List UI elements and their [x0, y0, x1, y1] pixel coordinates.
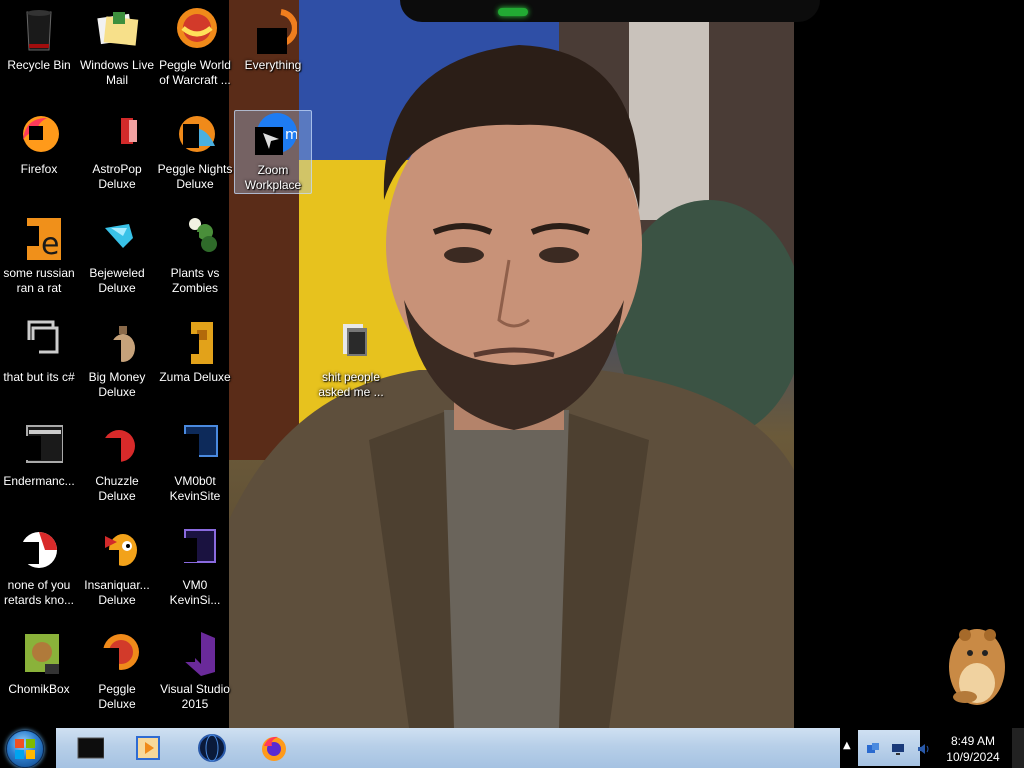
- desktop-icon-everything[interactable]: Everything: [234, 0, 312, 73]
- taskbar-app-black-window[interactable]: [62, 730, 118, 766]
- desktop-icon-zuma[interactable]: Zuma Deluxe: [156, 312, 234, 385]
- astropop-icon: [93, 110, 141, 158]
- desktop-icon-label: Big Money Deluxe: [88, 370, 146, 399]
- taskbar-app-media-player[interactable]: [120, 730, 176, 766]
- desktop-icon-bejeweled[interactable]: Bejeweled Deluxe: [78, 208, 156, 296]
- chuzzle-icon: [93, 422, 141, 470]
- monitor-icon[interactable]: [891, 741, 905, 755]
- media-player-icon: [134, 734, 162, 762]
- desktop-icon-label: Visual Studio 2015: [160, 682, 230, 711]
- status-light: [498, 8, 528, 16]
- vm-icon: [171, 422, 219, 470]
- desktop-icon-big-money[interactable]: Big Money Deluxe: [78, 312, 156, 400]
- desktop-icon-vm0b0t-kevinsite[interactable]: VM0b0t KevinSite: [156, 416, 234, 504]
- desktop-icon-label: AstroPop Deluxe: [92, 162, 142, 191]
- desktop-icon-label: none of you retards kno...: [3, 578, 75, 607]
- black-window-app-icon: [76, 734, 105, 762]
- desktop-icon-label: VM0b0t KevinSite: [169, 474, 221, 503]
- app-icon: [15, 526, 63, 574]
- taskbar-clock[interactable]: 8:49 AM 10/9/2024: [930, 733, 1016, 765]
- desktop-icon-label: VM0 KevinSi...: [169, 578, 221, 607]
- clock-time: 8:49 AM: [950, 734, 996, 748]
- desktop-icon-vm0-kevinsite[interactable]: VM0 KevinSi...: [156, 520, 234, 608]
- desktop-icon-recycle-bin[interactable]: Recycle Bin: [0, 0, 78, 73]
- recycle-bin-icon: [15, 6, 63, 54]
- start-button[interactable]: [6, 730, 44, 768]
- desktop-icon-peggle-wow[interactable]: Peggle World of Warcraft ...: [156, 0, 234, 88]
- desktop-icon-peggle-deluxe[interactable]: Peggle Deluxe: [78, 624, 156, 712]
- desktop-icon-label: Recycle Bin: [7, 58, 71, 72]
- desktop-icon-that-but-its-csharp[interactable]: that but its c#: [0, 312, 78, 385]
- bejeweled-icon: [93, 214, 141, 262]
- taskbar-app-firefox[interactable]: [246, 730, 302, 766]
- desktop-icon-label: Peggle World of Warcraft ...: [159, 58, 231, 87]
- mail-icon: [93, 6, 141, 54]
- desktop-icon-label: Zoom Workplace: [244, 163, 302, 192]
- desktop-icon-label: Plants vs Zombies: [170, 266, 220, 295]
- peggle-nights-icon: [171, 110, 219, 158]
- desktop-icon-label: some russian ran a rat: [3, 266, 75, 295]
- clock-date: 10/9/2024: [946, 750, 1000, 764]
- svg-text:e: e: [41, 227, 59, 262]
- desktop-icon-label: shit people asked me ...: [318, 370, 384, 399]
- desktop-icon-label: Everything: [244, 58, 302, 72]
- insaniquarium-icon: [93, 526, 141, 574]
- hamster-gadget[interactable]: [935, 605, 1011, 710]
- show-desktop-button[interactable]: [1012, 728, 1024, 768]
- desktop-icon-label: that but its c#: [3, 370, 75, 384]
- desktop-icon-windows-live-mail[interactable]: Windows Live Mail: [78, 0, 156, 88]
- desktop-icon-visual-studio[interactable]: Visual Studio 2015: [156, 624, 234, 712]
- desktop-icon-peggle-nights[interactable]: Peggle Nights Deluxe: [156, 104, 234, 192]
- zoom-icon: m: [249, 111, 299, 159]
- firefox-icon: [15, 110, 63, 158]
- desktop-icon-label: ChomikBox: [8, 682, 70, 696]
- plants-vs-zombies-icon: [171, 214, 219, 262]
- desktop-icon-some-russian-ran-a-rat[interactable]: e some russian ran a rat: [0, 208, 78, 296]
- desktop-icon-label: Peggle Nights Deluxe: [157, 162, 233, 191]
- desktop-icon-plants-vs-zombies[interactable]: Plants vs Zombies: [156, 208, 234, 296]
- chomikbox-icon: [15, 630, 63, 678]
- desktop-icon-label: Insaniquar... Deluxe: [84, 578, 150, 607]
- zuma-icon: [171, 318, 219, 366]
- network-icon[interactable]: [866, 741, 880, 755]
- top-notch-decoration: [400, 0, 820, 22]
- big-money-icon: [93, 318, 141, 366]
- program-icon: e: [15, 214, 63, 262]
- chevron-up-icon[interactable]: ▲: [843, 740, 855, 754]
- desktop-icon-label: Bejeweled Deluxe: [89, 266, 145, 295]
- desktop-icon-label: Zuma Deluxe: [159, 370, 231, 384]
- desktop-icon-none-of-you[interactable]: none of you retards kno...: [0, 520, 78, 608]
- folder-icon: [327, 318, 375, 366]
- desktop-icon-shit-people-asked-me[interactable]: shit people asked me ...: [312, 312, 390, 400]
- desktop-icon-endermanch[interactable]: Endermanc...: [0, 416, 78, 489]
- desktop-icon-chuzzle[interactable]: Chuzzle Deluxe: [78, 416, 156, 504]
- desktop-icon-label: Peggle Deluxe: [98, 682, 136, 711]
- globe-app-icon: [198, 734, 226, 762]
- desktop-icon-label: Firefox: [20, 162, 58, 176]
- taskbar-app-globe[interactable]: [184, 730, 240, 766]
- desktop-icon-chomikbox[interactable]: ChomikBox: [0, 624, 78, 697]
- visual-studio-icon: [171, 630, 219, 678]
- desktop-icon-label: Windows Live Mail: [79, 58, 155, 87]
- peggle-icon: [93, 630, 141, 678]
- search-app-icon: [249, 6, 298, 54]
- desktop-icon-zoom-workplace[interactable]: m Zoom Workplace: [234, 110, 312, 194]
- start-orb-icon: [15, 739, 35, 759]
- desktop-icon-label: Endermanc...: [3, 474, 75, 488]
- desktop-icon-firefox[interactable]: Firefox: [0, 104, 78, 177]
- peggle-icon: [171, 6, 219, 54]
- firefox-icon: [260, 734, 288, 762]
- desktop-icon-label: Chuzzle Deluxe: [95, 474, 139, 503]
- desktop-icon-astropop[interactable]: AstroPop Deluxe: [78, 104, 156, 192]
- app-window-icon: [15, 422, 64, 470]
- speaker-icon[interactable]: [916, 741, 930, 755]
- svg-text:m: m: [285, 127, 297, 143]
- shortcut-icon: [15, 318, 63, 366]
- desktop-icon-insaniquarium[interactable]: Insaniquar... Deluxe: [78, 520, 156, 608]
- vm-icon: [171, 526, 219, 574]
